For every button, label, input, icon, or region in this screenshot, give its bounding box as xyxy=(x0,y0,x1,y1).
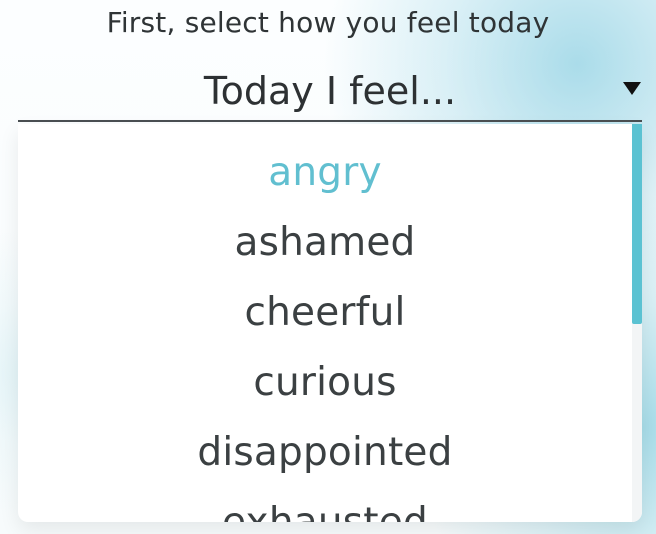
option-curious[interactable]: curious xyxy=(18,348,632,418)
mood-options: angry ashamed cheerful curious disappoin… xyxy=(18,138,632,522)
select-value: Today I feel... xyxy=(203,69,457,113)
option-angry[interactable]: angry xyxy=(18,138,632,208)
mood-dropdown-list[interactable]: angry ashamed cheerful curious disappoin… xyxy=(18,124,642,522)
mood-select[interactable]: Today I feel... xyxy=(18,58,642,122)
scrollbar-thumb[interactable] xyxy=(632,124,642,324)
option-disappointed[interactable]: disappointed xyxy=(18,418,632,488)
option-ashamed[interactable]: ashamed xyxy=(18,208,632,278)
option-cheerful[interactable]: cheerful xyxy=(18,278,632,348)
option-exhausted[interactable]: exhausted xyxy=(18,488,632,522)
caret-down-icon[interactable] xyxy=(623,82,641,95)
dropdown-scrollbar[interactable] xyxy=(632,124,642,522)
page-heading: First, select how you feel today xyxy=(106,6,550,39)
